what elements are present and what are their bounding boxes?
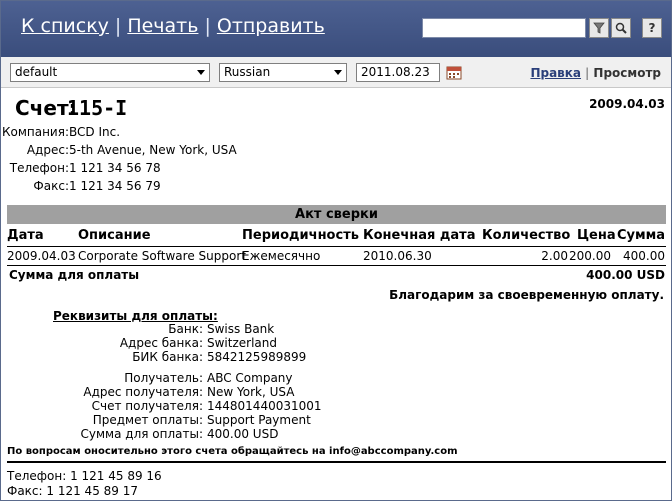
payee-address-row: Адрес получателя: New York, USA xyxy=(7,385,407,399)
header-nav: К списку | Печать | Отправить xyxy=(21,15,325,37)
company-phone-row: Телефон:1 121 34 56 78 xyxy=(1,161,161,175)
thanks-message: Благодарим за своевременную оплату. xyxy=(389,288,664,302)
company-key: Компания: xyxy=(1,125,69,139)
col-end-date: Конечная дата xyxy=(363,228,476,243)
bic-value: 5842125989899 xyxy=(207,350,307,364)
payee-account-row: Счет получателя: 144801440031001 xyxy=(7,399,407,413)
cell-description: Corporate Software Support xyxy=(78,249,246,263)
address-value: 5-th Avenue, New York, USA xyxy=(69,143,237,157)
cell-periodicity: Ежемесячно xyxy=(242,249,321,263)
nav-separator: | xyxy=(204,15,211,37)
table-divider xyxy=(7,265,666,266)
payee-row: Получатель: ABC Company xyxy=(7,371,407,385)
print-link[interactable]: Печать xyxy=(127,15,198,37)
payment-subject-value: Support Payment xyxy=(207,413,311,427)
section-title: Акт сверки xyxy=(7,205,666,224)
payment-amount-key: Сумма для оплаты: xyxy=(80,427,203,441)
footer-divider xyxy=(7,461,666,463)
mode-separator: | xyxy=(585,66,590,80)
payee-account-value: 144801440031001 xyxy=(207,399,322,413)
bank-value: Swiss Bank xyxy=(207,322,275,336)
footer-fax: Факс: 1 121 45 89 17 xyxy=(7,484,138,498)
cell-sum: 400.00 xyxy=(623,249,665,263)
payment-subject-key: Предмет оплаты: xyxy=(92,413,203,427)
bank-row: Банк: Swiss Bank xyxy=(7,322,407,336)
cell-price: 200.00 xyxy=(569,249,611,263)
col-quantity: Количество xyxy=(482,228,571,243)
payment-amount-value: 400.00 USD xyxy=(207,427,279,441)
payee-address-value: New York, USA xyxy=(207,385,295,399)
template-value: default xyxy=(15,65,58,79)
table-divider xyxy=(7,246,666,247)
invoice-number: 115-I xyxy=(67,96,128,120)
col-sum: Сумма xyxy=(617,228,666,243)
template-select[interactable]: default xyxy=(10,63,210,82)
filter-button[interactable] xyxy=(589,18,609,38)
language-value: Russian xyxy=(224,65,271,79)
address-key: Адрес: xyxy=(26,143,69,157)
language-select[interactable]: Russian xyxy=(219,63,347,82)
search-icon xyxy=(615,22,627,34)
invoice-date: 2009.04.03 xyxy=(589,97,665,111)
chevron-down-icon xyxy=(197,70,205,75)
search-input[interactable] xyxy=(422,18,586,38)
header-bar: К списку | Печать | Отправить ? xyxy=(1,1,671,57)
bank-key: Банк: xyxy=(168,322,203,336)
nav-separator: | xyxy=(114,15,122,37)
chevron-down-icon xyxy=(334,70,342,75)
bic-key: БИК банка: xyxy=(132,350,203,364)
invoice-document: Счет: 115-I 2009.04.03 Компания:BCD Inc.… xyxy=(1,88,671,500)
search-button[interactable] xyxy=(611,18,631,38)
col-periodicity: Периодичность xyxy=(242,228,359,243)
payee-address-key: Адрес получателя: xyxy=(83,385,203,399)
company-address-row: Адрес:5-th Avenue, New York, USA xyxy=(1,143,237,157)
cell-date: 2009.04.03 xyxy=(7,249,76,263)
payment-subject-row: Предмет оплаты: Support Payment xyxy=(7,413,407,427)
requisites-title: Реквизиты для оплаты: xyxy=(53,309,218,323)
payment-amount-row: Сумма для оплаты: 400.00 USD xyxy=(7,427,407,441)
fax-key: Факс: xyxy=(33,179,69,193)
calendar-icon[interactable] xyxy=(446,64,462,80)
back-to-list-link[interactable]: К списку xyxy=(21,15,109,37)
footer-phone: Телефон: 1 121 45 89 16 xyxy=(7,469,162,483)
col-description: Описание xyxy=(78,228,151,243)
toolbar: default Russian 2011.08.23 Правка | Просмо… xyxy=(1,57,671,88)
date-input[interactable]: 2011.08.23 xyxy=(356,63,440,82)
bank-address-row: Адрес банка: Switzerland xyxy=(7,336,407,350)
cell-end-date: 2010.06.30 xyxy=(363,249,432,263)
company-value: BCD Inc. xyxy=(69,125,121,139)
mode-switch: Правка | Просмотр xyxy=(530,66,661,80)
payee-key: Получатель: xyxy=(124,371,203,385)
cell-quantity: 2.00 xyxy=(541,249,568,263)
phone-value: 1 121 34 56 78 xyxy=(69,161,161,175)
col-price: Цена xyxy=(577,228,616,243)
company-name-row: Компания:BCD Inc. xyxy=(1,125,120,139)
company-fax-row: Факс:1 121 34 56 79 xyxy=(1,179,161,193)
help-button[interactable]: ? xyxy=(642,18,662,38)
payee-value: ABC Company xyxy=(207,371,293,385)
payee-account-key: Счет получателя: xyxy=(91,399,203,413)
filter-icon xyxy=(593,22,605,34)
bank-address-value: Switzerland xyxy=(207,336,277,350)
phone-key: Телефон: xyxy=(9,161,69,175)
contact-note: По вопросам оносительно этого счета обра… xyxy=(7,446,458,457)
fax-value: 1 121 34 56 79 xyxy=(69,179,161,193)
view-mode-label: Просмотр xyxy=(593,66,661,80)
bank-bic-row: БИК банка: 5842125989899 xyxy=(7,350,407,364)
invoice-window: К списку | Печать | Отправить ? default Russ… xyxy=(0,0,672,501)
send-link[interactable]: Отправить xyxy=(217,15,325,37)
col-date: Дата xyxy=(7,228,44,243)
total-value: 400.00 USD xyxy=(586,268,665,282)
bank-address-key: Адрес банка: xyxy=(119,336,203,350)
edit-link[interactable]: Правка xyxy=(530,66,581,80)
total-label: Сумма для оплаты xyxy=(9,268,140,282)
